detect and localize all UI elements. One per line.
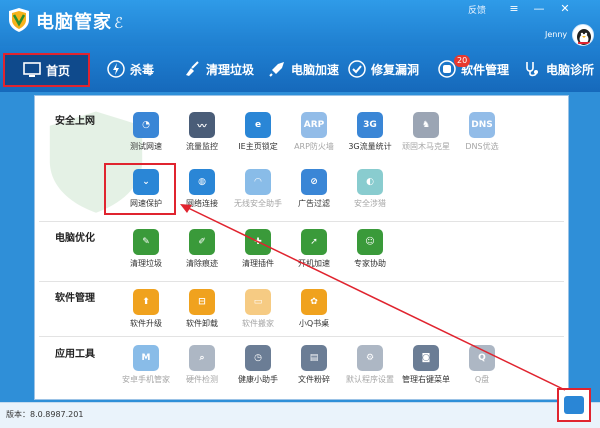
user-name[interactable]: Jenny bbox=[545, 30, 567, 39]
penguin-avatar-icon bbox=[577, 29, 591, 45]
android-manager-icon: M bbox=[133, 345, 159, 371]
status-bar bbox=[0, 402, 600, 428]
section-divider bbox=[39, 336, 564, 337]
rocket-icon: ➚ bbox=[301, 229, 327, 255]
puzzle-icon: ✚ bbox=[245, 229, 271, 255]
tool-q-disk[interactable]: Q Q盘 bbox=[449, 345, 515, 385]
no-ads-icon: ⊘ bbox=[301, 169, 327, 195]
monitor-icon bbox=[23, 62, 41, 77]
truck-icon: ▭ bbox=[245, 289, 271, 315]
section-label-optimize: 电脑优化 bbox=[55, 233, 95, 244]
section-divider bbox=[39, 221, 564, 222]
feedback-link[interactable]: 反馈 bbox=[468, 3, 486, 16]
nav-clean[interactable]: 清理垃圾 bbox=[183, 46, 254, 92]
globe-icon: ◍ bbox=[189, 169, 215, 195]
wifi-icon: ◠ bbox=[245, 169, 271, 195]
trojan-horse-icon: ♞ bbox=[413, 112, 439, 138]
tool-expert-help[interactable]: ☺ 专家协助 bbox=[337, 229, 403, 269]
chart-icon: 〰 bbox=[189, 112, 215, 138]
section-label-software: 软件管理 bbox=[55, 293, 95, 304]
minimize-icon[interactable]: — bbox=[530, 2, 548, 16]
shield-icon bbox=[348, 60, 366, 78]
stethoscope-icon bbox=[526, 62, 538, 77]
tool-q-desk[interactable]: ✿ 小Q书桌 bbox=[281, 289, 347, 329]
arp-icon: ARP bbox=[301, 112, 327, 138]
avatar[interactable] bbox=[572, 24, 594, 46]
gear-icon: ⚙ bbox=[357, 345, 383, 371]
rocket-icon bbox=[269, 62, 284, 77]
upgrade-arrow-icon: ⬆ bbox=[133, 289, 159, 315]
section-divider bbox=[39, 281, 564, 282]
nav-antivirus[interactable]: 杀毒 bbox=[107, 46, 154, 92]
flower-icon: ✿ bbox=[301, 289, 327, 315]
safe-browse-icon: ◐ bbox=[357, 169, 383, 195]
section-label-tools: 应用工具 bbox=[55, 349, 95, 360]
nav-software[interactable]: 软件管理 bbox=[438, 46, 509, 92]
toolbox-panel: 安全上网 ◔ 测试网速 〰 流量监控 e IE主页锁定 ARP ARP防火墙 3… bbox=[34, 95, 569, 400]
nav-repair[interactable]: 修复漏洞 bbox=[348, 46, 419, 92]
eraser-icon: ✐ bbox=[189, 229, 215, 255]
nav-clinic[interactable]: 电脑诊所 bbox=[523, 46, 594, 92]
dns-icon: DNS bbox=[469, 112, 495, 138]
magnifier-icon: ⌕ bbox=[189, 345, 215, 371]
broom-icon bbox=[186, 61, 199, 76]
menu-icon[interactable]: ≡ bbox=[505, 2, 523, 16]
shield-logo-icon bbox=[9, 8, 29, 32]
speedometer-icon: ◔ bbox=[133, 112, 159, 138]
q-disk-icon: Q bbox=[469, 345, 495, 371]
app-title: 电脑管家 ℰ bbox=[36, 12, 125, 33]
expert-icon: ☺ bbox=[357, 229, 383, 255]
3g-icon: 3G bbox=[357, 112, 383, 138]
lightning-icon bbox=[107, 60, 125, 78]
section-label-internet: 安全上网 bbox=[55, 116, 95, 127]
update-count-badge: 20 bbox=[454, 55, 471, 67]
alarm-clock-icon: ◷ bbox=[245, 345, 271, 371]
ie-lock-icon: e bbox=[245, 112, 271, 138]
tool-dns-optimize[interactable]: DNS DNS优选 bbox=[449, 112, 515, 152]
title-bar: 电脑管家 ℰ 反馈 ≡ — ✕ Jenny bbox=[0, 0, 600, 46]
highlight-box bbox=[104, 163, 176, 215]
tool-safe-browse[interactable]: ◐ 安全涉猎 bbox=[337, 169, 403, 209]
toolbox-icon bbox=[564, 396, 584, 414]
version-label: 版本：8.0.8987.201 bbox=[6, 410, 84, 419]
mouse-icon: ◙ bbox=[413, 345, 439, 371]
toolbox-corner-button[interactable] bbox=[557, 388, 591, 422]
broom-icon: ✎ bbox=[133, 229, 159, 255]
trash-icon: ⊟ bbox=[189, 289, 215, 315]
main-nav: 首页 杀毒 清理垃圾 电脑加速 修复漏洞 软件管理 20 电脑诊所 bbox=[0, 46, 600, 92]
shredder-icon: ▤ bbox=[301, 345, 327, 371]
nav-speedup[interactable]: 电脑加速 bbox=[268, 46, 339, 92]
close-icon[interactable]: ✕ bbox=[556, 2, 574, 16]
nav-home[interactable]: 首页 bbox=[3, 53, 90, 87]
